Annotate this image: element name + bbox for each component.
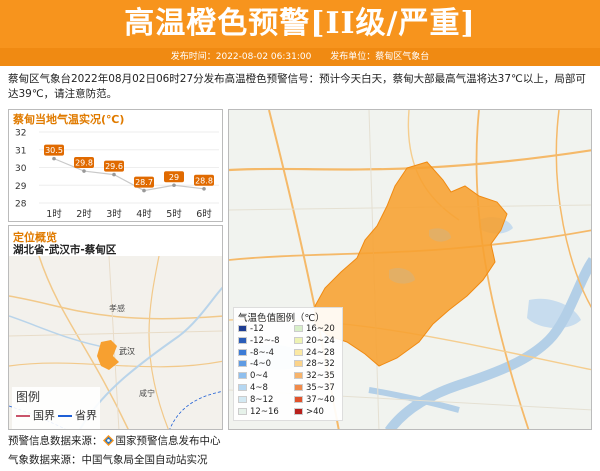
color-legend-label: 8~12 — [250, 394, 274, 405]
legend-title: 图例 — [16, 390, 41, 404]
color-legend-label: 37~40 — [306, 394, 335, 405]
temperature-point — [202, 187, 206, 191]
color-legend-item: 8~12 — [238, 395, 273, 405]
warning-source-label: 预警信息数据来源： — [8, 435, 103, 447]
color-swatch — [238, 348, 247, 356]
color-legend-title: 气温色值图例（℃） — [238, 313, 325, 324]
color-swatch — [238, 372, 247, 380]
warning-meta: 发布时间：2022-08-02 06:31:00 发布单位：蔡甸区气象台 — [0, 48, 600, 66]
y-tick-label: 29 — [15, 182, 27, 192]
color-legend-item: 35~37 — [294, 383, 335, 393]
temperature-point — [112, 172, 116, 177]
color-swatch — [294, 348, 303, 356]
color-swatch — [238, 325, 247, 332]
warning-source-name[interactable]: 国家预警信息发布中心 — [116, 435, 221, 447]
legend-item-province-border: 省界 — [58, 407, 97, 423]
data-label: 29.6 — [105, 162, 123, 171]
color-legend-item: 12~16 — [238, 407, 279, 417]
location-path: 湖北省-武汉市-蔡甸区 — [13, 244, 117, 256]
color-legend-label: -12 — [250, 324, 264, 334]
x-tick-label: 4时 — [136, 208, 152, 220]
x-tick-label: 6时 — [196, 208, 212, 220]
color-legend-item: -12~-8 — [238, 336, 279, 346]
warning-title: 高温橙色预警[II级/严重] — [124, 6, 476, 41]
temperature-point — [142, 188, 146, 193]
color-swatch — [294, 372, 303, 380]
temperature-point — [172, 183, 176, 188]
color-swatch — [238, 336, 247, 344]
weather-source: 气象数据来源：中国气象局全国自动站实况 — [8, 454, 208, 466]
temperature-panel: 蔡甸当地气温实况(℃) 32 31 30 29 28 30.5 1时 29.8 2时 29.6 3时… — [8, 109, 223, 222]
color-legend-label: 4~8 — [250, 383, 268, 393]
color-legend-label: 35~37 — [306, 383, 335, 393]
publisher: 发布单位：蔡甸区气象台 — [330, 52, 430, 62]
data-label: 28.8 — [195, 176, 213, 185]
color-legend-label: 28~32 — [306, 359, 335, 370]
map-label-xiaogan: 孝感 — [109, 303, 125, 313]
color-swatch — [294, 384, 303, 391]
color-legend-item: -8~-4 — [238, 348, 274, 358]
color-legend-item: 16~20 — [294, 324, 335, 334]
color-legend-label: -8~-4 — [250, 347, 275, 358]
data-label: 29 — [169, 173, 179, 182]
color-legend-label: 16~20 — [306, 324, 335, 334]
color-legend-label: >40 — [306, 406, 324, 417]
color-swatch — [238, 360, 247, 368]
color-legend-item: 24~28 — [294, 348, 335, 358]
color-legend-item: -12 — [238, 324, 264, 334]
x-tick-label: 1时 — [46, 208, 62, 220]
color-legend-item: 0~4 — [238, 371, 268, 381]
color-legend-item: 37~40 — [294, 395, 335, 405]
color-legend-label: 20~24 — [306, 335, 335, 346]
color-legend-item: 28~32 — [294, 359, 335, 369]
color-swatch — [238, 395, 247, 403]
x-tick-label: 5时 — [166, 208, 182, 220]
color-legend-label: 32~35 — [306, 371, 335, 382]
chart-title: 蔡甸当地气温实况(℃) — [12, 112, 124, 126]
map-legend: 图例 国界 省界 — [12, 387, 100, 429]
color-legend-label: -12~-8 — [250, 335, 280, 346]
color-legend-label: 24~28 — [306, 347, 335, 358]
x-tick-label: 2时 — [76, 208, 92, 220]
data-label: 28.7 — [135, 178, 153, 187]
y-tick-label: 32 — [15, 129, 26, 139]
color-swatch — [294, 407, 303, 415]
color-swatch — [294, 360, 303, 368]
legend-item-national-border: 国界 — [16, 407, 55, 423]
color-legend-label: 12~16 — [250, 406, 279, 417]
color-legend-item: 20~24 — [294, 336, 335, 346]
y-tick-label: 28 — [15, 200, 27, 210]
national-border-line-icon — [16, 415, 30, 417]
y-tick-label: 31 — [15, 146, 26, 156]
color-swatch — [238, 384, 247, 391]
color-legend-label: 0~4 — [250, 371, 268, 382]
x-tick-label: 3时 — [106, 208, 122, 220]
map-label-xianning: 咸宁 — [139, 388, 155, 398]
publish-time: 发布时间：2022-08-02 06:31:00 — [170, 52, 312, 62]
color-swatch — [294, 325, 303, 332]
temperature-point — [82, 169, 86, 173]
color-legend-item: -4~0 — [238, 359, 271, 369]
warning-center-logo-icon — [102, 435, 114, 446]
color-legend-item: 4~8 — [238, 383, 268, 393]
color-legend-item: >40 — [294, 407, 324, 417]
color-swatch — [294, 395, 303, 403]
y-tick-label: 30 — [15, 164, 27, 174]
temperature-color-legend: 气温色值图例（℃） -12 -12~-8 -8~-4 -4~0 0~4 4~8 8~12 12… — [233, 307, 343, 421]
color-swatch — [238, 407, 247, 415]
color-legend-label: -4~0 — [250, 359, 272, 370]
color-legend-item: 32~35 — [294, 371, 335, 381]
color-swatch — [294, 336, 303, 344]
data-label: 30.5 — [45, 146, 63, 155]
temperature-chart: 蔡甸当地气温实况(℃) 32 31 30 29 28 30.5 1时 29.8 2时 29.6 3时… — [12, 112, 219, 220]
warning-description: 蔡甸区气象台2022年08月02日06时27分发布高温橙色预警信号：预计今天白天… — [8, 73, 586, 100]
warning-header: 高温橙色预警[II级/严重] 发布时间：2022-08-02 06:31:00 … — [0, 0, 600, 66]
province-border-line-icon — [58, 415, 72, 417]
data-label: 29.8 — [75, 159, 93, 168]
warning-source: 预警信息数据来源： 国家预警信息发布中心 — [8, 433, 221, 448]
temperature-point — [52, 156, 56, 161]
map-label-wuhan: 武汉 — [119, 346, 135, 356]
